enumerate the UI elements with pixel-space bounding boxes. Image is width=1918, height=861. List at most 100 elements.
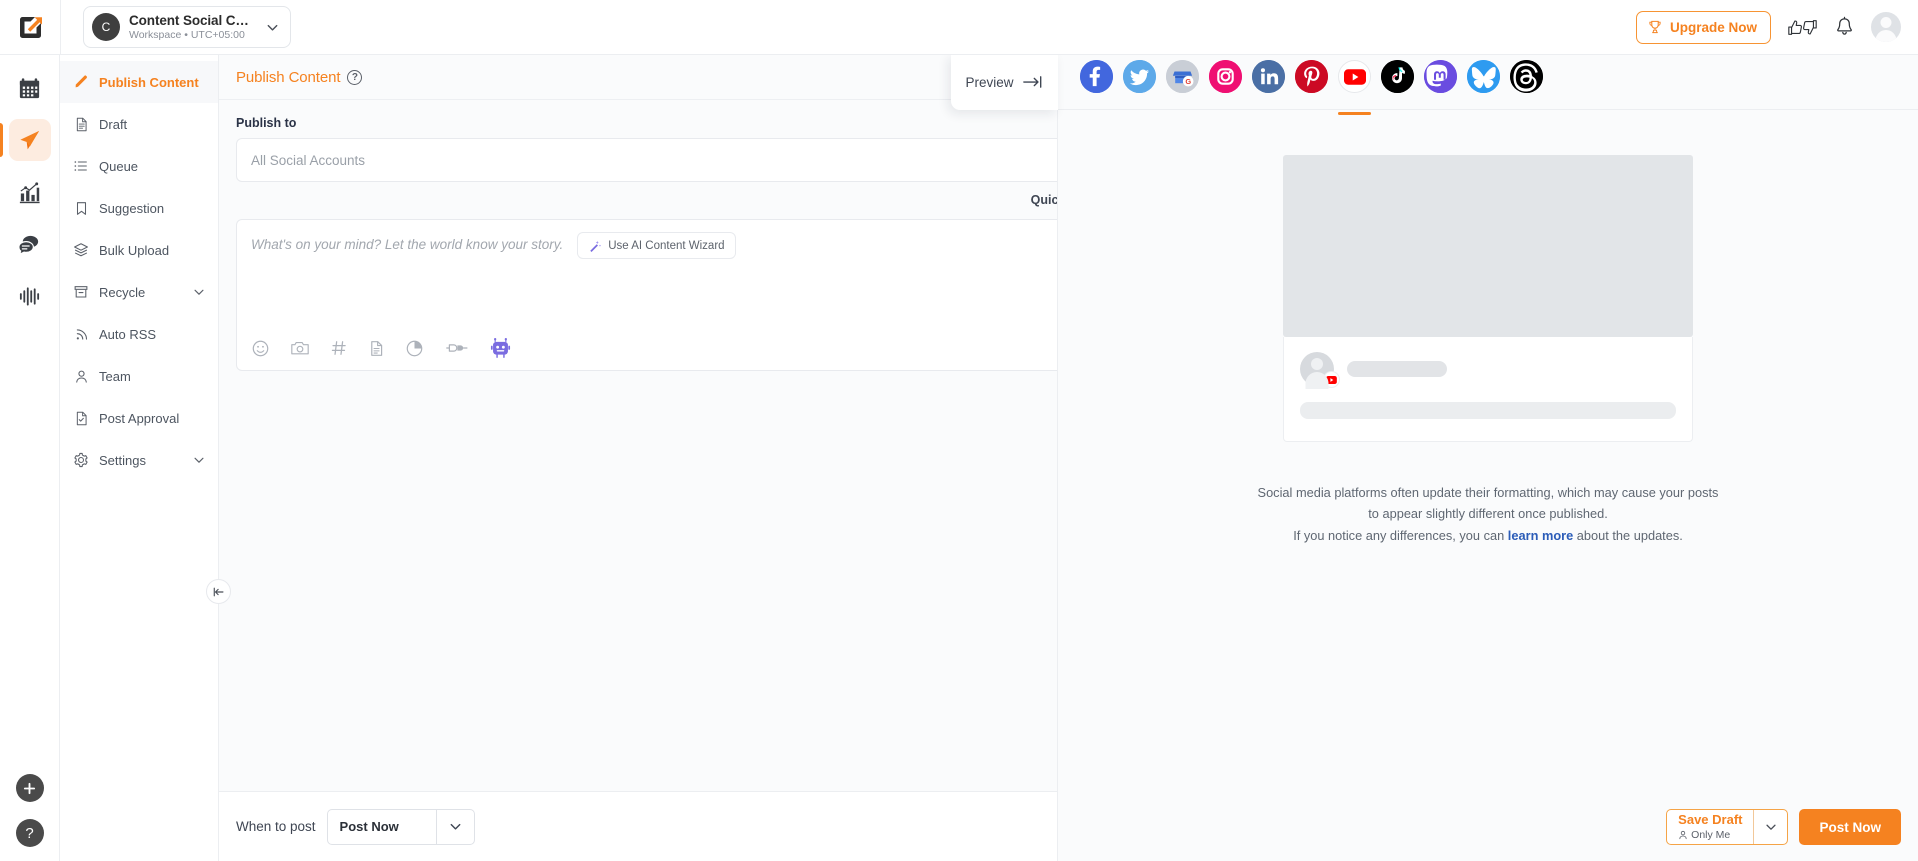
platform-tab-twitter[interactable] bbox=[1123, 60, 1156, 104]
app-logo[interactable] bbox=[0, 0, 60, 55]
panel-content: Publish to All Social Accounts Quick Sel… bbox=[219, 100, 1057, 791]
ai-content-wizard-button[interactable]: Use AI Content Wizard bbox=[577, 232, 735, 259]
google-business-icon: G bbox=[1166, 60, 1199, 93]
platform-tab-mastodon[interactable] bbox=[1424, 60, 1457, 104]
camera-icon[interactable] bbox=[290, 338, 310, 358]
help-button[interactable]: ? bbox=[16, 819, 44, 847]
upgrade-now-button[interactable]: Upgrade Now bbox=[1636, 11, 1771, 44]
robot-icon[interactable] bbox=[490, 338, 511, 359]
rail-item-inbox[interactable] bbox=[9, 223, 51, 265]
platform-tab-tiktok[interactable] bbox=[1381, 60, 1414, 104]
help-icon[interactable]: ? bbox=[347, 70, 362, 85]
composer-card: What's on your mind? Let the world know … bbox=[236, 219, 1057, 371]
collapse-sidebar-button[interactable] bbox=[206, 579, 231, 604]
archive-icon bbox=[73, 284, 89, 300]
icon-rail: ? bbox=[0, 55, 60, 861]
facebook-icon bbox=[1080, 60, 1113, 93]
preview-post-card bbox=[1283, 337, 1693, 442]
sidebar-item-recycle[interactable]: Recycle bbox=[60, 271, 218, 313]
sidebar-item-queue[interactable]: Queue bbox=[60, 145, 218, 187]
workspace-switcher[interactable]: C Content Social Ch... Workspace • UTC+0… bbox=[83, 6, 291, 48]
sidebar-item-post-approval[interactable]: Post Approval bbox=[60, 397, 218, 439]
sidebar-item-bulk-upload[interactable]: Bulk Upload bbox=[60, 229, 218, 271]
platform-tab-pinterest[interactable] bbox=[1295, 60, 1328, 104]
post-now-button[interactable]: Post Now bbox=[1799, 809, 1901, 845]
hashtag-icon[interactable] bbox=[330, 339, 348, 357]
platform-tab-bluesky[interactable] bbox=[1467, 60, 1500, 104]
list-icon bbox=[73, 158, 89, 174]
platform-tab-youtube[interactable] bbox=[1338, 60, 1371, 104]
when-to-post-select[interactable]: Post Now bbox=[327, 809, 475, 845]
sidebar-item-publish-content[interactable]: Publish Content bbox=[60, 61, 218, 103]
platform-tab-facebook[interactable] bbox=[1080, 60, 1113, 104]
sidebar-label: Recycle bbox=[99, 285, 145, 300]
rail-item-publish[interactable] bbox=[9, 119, 51, 161]
sidebar-label: Publish Content bbox=[99, 75, 199, 90]
preview-toggle-button[interactable]: Preview bbox=[951, 54, 1058, 110]
quick-select-label: Quick Select bbox=[1031, 193, 1057, 207]
body: ? Publish Content Draft bbox=[0, 55, 1918, 861]
chat-bubbles-icon bbox=[17, 232, 42, 257]
preview-text-placeholder bbox=[1300, 402, 1676, 419]
save-draft-visibility: Only Me bbox=[1678, 829, 1742, 841]
sidebar-item-suggestion[interactable]: Suggestion bbox=[60, 187, 218, 229]
platform-badge-youtube-icon bbox=[1323, 371, 1340, 388]
chevron-down-icon bbox=[192, 453, 206, 467]
notification-bell-icon[interactable] bbox=[1834, 16, 1855, 38]
plug-icon[interactable] bbox=[444, 340, 470, 356]
platform-tab-linkedin[interactable] bbox=[1252, 60, 1285, 104]
paper-plane-icon bbox=[17, 128, 42, 153]
social-accounts-select[interactable]: All Social Accounts bbox=[236, 138, 1057, 182]
sidebar-nav: Publish Content Draft Queue Suggestion bbox=[60, 55, 219, 861]
linkedin-icon bbox=[1252, 60, 1285, 93]
pencil-icon bbox=[73, 74, 89, 90]
sidebar-item-team[interactable]: Team bbox=[60, 355, 218, 397]
sidebar-label: Post Approval bbox=[99, 411, 179, 426]
person-icon bbox=[73, 368, 89, 384]
learn-more-link[interactable]: learn more bbox=[1508, 528, 1573, 543]
sidebar-label: Suggestion bbox=[99, 201, 164, 216]
sidebar-item-auto-rss[interactable]: Auto RSS bbox=[60, 313, 218, 355]
bookmark-icon bbox=[73, 200, 89, 216]
platform-tab-instagram[interactable] bbox=[1209, 60, 1242, 104]
rail-item-calendar[interactable] bbox=[9, 67, 51, 109]
notice-line-3-post: about the updates. bbox=[1573, 528, 1683, 543]
sidebar-item-draft[interactable]: Draft bbox=[60, 103, 218, 145]
panel-footer: When to post Post Now bbox=[219, 791, 1057, 861]
save-draft-button[interactable]: Save Draft Only Me bbox=[1666, 809, 1788, 845]
formatting-notice: Social media platforms often update thei… bbox=[1208, 482, 1768, 546]
user-avatar[interactable] bbox=[1871, 12, 1901, 42]
thumbs-up-down-icon[interactable] bbox=[1787, 18, 1818, 37]
magic-wand-icon bbox=[588, 239, 602, 253]
help-glyph: ? bbox=[25, 825, 33, 842]
rail-item-reports[interactable] bbox=[9, 275, 51, 317]
platform-tabs: G bbox=[1058, 55, 1918, 110]
emoji-icon[interactable] bbox=[251, 339, 270, 358]
add-button[interactable] bbox=[16, 774, 44, 802]
twitter-icon bbox=[1123, 60, 1156, 93]
sidebar-label: Bulk Upload bbox=[99, 243, 169, 258]
chevron-down-icon bbox=[265, 20, 280, 35]
composer-top: What's on your mind? Let the world know … bbox=[237, 220, 1057, 259]
chevron-down-icon bbox=[192, 285, 206, 299]
chevron-down-icon[interactable] bbox=[1753, 810, 1787, 844]
rail-item-analytics[interactable] bbox=[9, 171, 51, 213]
panel-header: Publish Content ? bbox=[219, 55, 1057, 100]
tiktok-icon bbox=[1381, 60, 1414, 93]
platform-tab-google-business[interactable]: G bbox=[1166, 60, 1199, 104]
composer-input[interactable]: What's on your mind? Let the world know … bbox=[251, 232, 563, 252]
pie-chart-icon[interactable] bbox=[405, 339, 424, 358]
collapse-sidebar-icon bbox=[212, 585, 226, 599]
sidebar-item-settings[interactable]: Settings bbox=[60, 439, 218, 481]
preview-avatar bbox=[1300, 352, 1334, 386]
platform-tab-threads[interactable] bbox=[1510, 60, 1543, 104]
quick-select-button[interactable]: Quick Select i bbox=[1031, 193, 1057, 207]
preview-body: Social media platforms often update thei… bbox=[1058, 110, 1918, 861]
document-icon[interactable] bbox=[368, 340, 385, 357]
instagram-icon bbox=[1209, 60, 1242, 93]
sidebar-label: Auto RSS bbox=[99, 327, 156, 342]
topbar-divider bbox=[60, 0, 61, 55]
workspace-text: Content Social Ch... Workspace • UTC+05:… bbox=[129, 13, 251, 42]
preview-media-placeholder bbox=[1283, 155, 1693, 337]
chevron-down-icon bbox=[436, 810, 474, 844]
